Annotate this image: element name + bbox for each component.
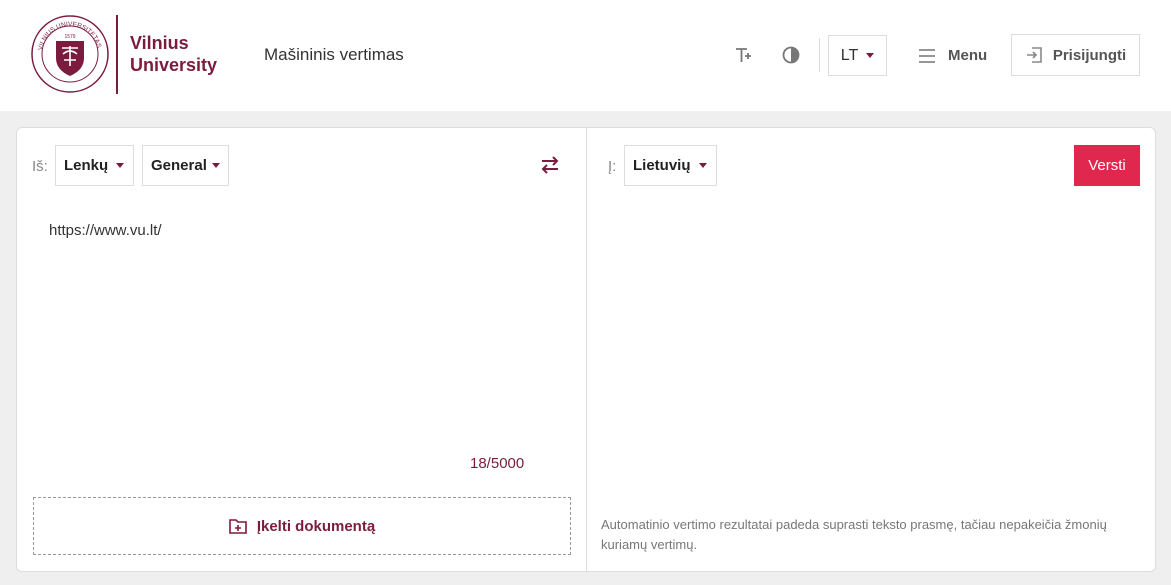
folder-plus-icon <box>229 519 247 534</box>
interface-language-dropdown[interactable]: LT <box>828 35 887 76</box>
hamburger-icon <box>919 48 935 63</box>
menu-button[interactable]: Menu <box>918 35 987 76</box>
translation-panel: Iš: Lenkų General https://www.vu.lt/ 18/… <box>16 127 1156 572</box>
swap-icon <box>541 156 559 174</box>
target-language-value: Lietuvių <box>633 157 691 174</box>
character-counter: 18/5000 <box>470 455 525 472</box>
translate-button[interactable]: Versti <box>1074 145 1140 186</box>
interface-language-value: LT <box>840 46 859 64</box>
column-divider <box>586 128 587 571</box>
domain-dropdown[interactable]: General <box>142 145 229 186</box>
disclaimer-text: Automatinio vertimo rezultatai padeda su… <box>601 517 1107 552</box>
source-language-value: Lenkų <box>64 157 109 174</box>
contrast-icon[interactable] <box>776 40 806 70</box>
chevron-down-icon <box>866 53 875 58</box>
chevron-down-icon <box>698 163 707 168</box>
upload-document-button[interactable]: Įkelti dokumentą <box>33 497 571 555</box>
from-label: Iš: <box>32 158 48 175</box>
login-icon <box>1026 47 1042 63</box>
vilnius-university-logo[interactable]: VILNIUS UNIVERSITETAS 1579 Vilnius Unive… <box>30 14 230 96</box>
login-label: Prisijungti <box>1052 46 1127 64</box>
logo-line-2: University <box>130 55 218 75</box>
login-button[interactable]: Prisijungti <box>1011 34 1140 76</box>
chevron-down-icon <box>211 163 220 168</box>
app-title: Mašininis vertimas <box>264 45 404 64</box>
upload-label: Įkelti dokumentą <box>256 517 376 535</box>
domain-value: General <box>151 157 207 174</box>
header-separator <box>819 38 820 72</box>
logo-wordmark: Vilnius University <box>130 32 217 76</box>
to-label: Į: <box>608 158 617 175</box>
swap-languages-button[interactable] <box>539 154 561 176</box>
logo-line-1: Vilnius <box>130 33 189 53</box>
source-text-input[interactable]: https://www.vu.lt/ <box>49 222 162 239</box>
university-seal-icon: VILNIUS UNIVERSITETAS 1579 <box>31 15 109 93</box>
chevron-down-icon <box>116 163 125 168</box>
top-header: VILNIUS UNIVERSITETAS 1579 Vilnius Unive… <box>0 0 1171 111</box>
svg-text:1579: 1579 <box>64 34 75 40</box>
text-size-icon[interactable] <box>728 40 758 70</box>
menu-label: Menu <box>948 47 988 64</box>
source-language-dropdown[interactable]: Lenkų <box>55 145 134 186</box>
logo-divider <box>116 15 118 94</box>
target-language-dropdown[interactable]: Lietuvių <box>624 145 717 186</box>
